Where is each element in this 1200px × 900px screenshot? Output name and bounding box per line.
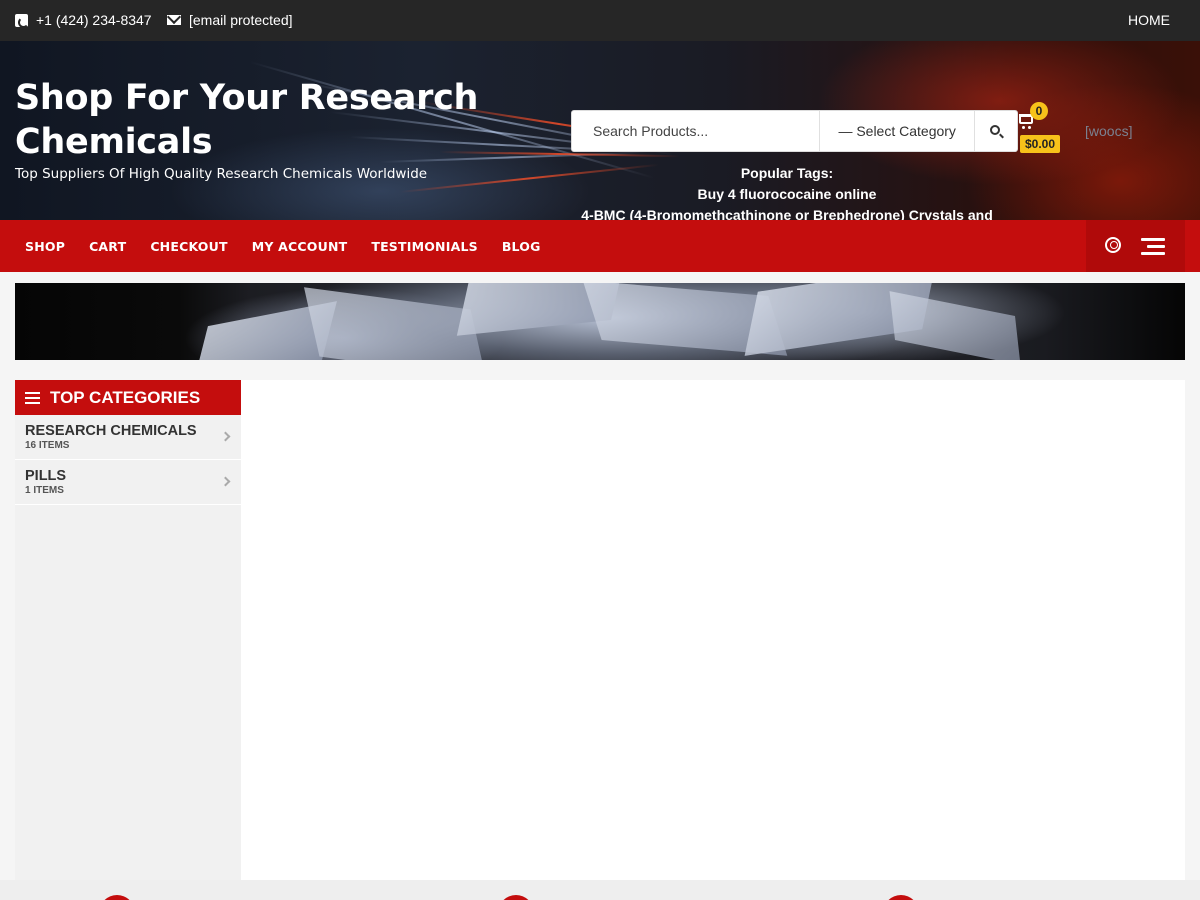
category-count: 16 ITEMS bbox=[25, 440, 70, 451]
feature-strip bbox=[0, 880, 1200, 900]
category-count: 1 ITEMS bbox=[25, 485, 64, 496]
search-input[interactable] bbox=[572, 111, 821, 151]
nav-item-checkout[interactable]: CHECKOUT bbox=[150, 239, 227, 254]
email-address: [email protected] bbox=[189, 12, 293, 28]
hamburger-menu-icon[interactable] bbox=[1141, 238, 1165, 256]
cart-total: $0.00 bbox=[1020, 135, 1061, 153]
sidebar-heading: TOP CATEGORIES bbox=[15, 380, 241, 415]
phone-number: +1 (424) 234-8347 bbox=[36, 12, 152, 28]
nav-item-shop[interactable]: SHOP bbox=[25, 239, 65, 254]
home-link[interactable]: HOME bbox=[1128, 12, 1170, 28]
mini-cart[interactable]: 0 $0.00 bbox=[1018, 101, 1063, 156]
list-icon bbox=[25, 391, 40, 404]
site-tagline: Top Suppliers Of High Quality Research C… bbox=[15, 166, 428, 182]
phone-contact[interactable]: +1 (424) 234-8347 bbox=[15, 12, 152, 28]
nav-item-cart[interactable]: CART bbox=[89, 239, 126, 254]
currency-shortcode: [woocs] bbox=[1085, 123, 1133, 139]
hero-banner-image bbox=[15, 283, 1185, 360]
category-name: RESEARCH CHEMICALS bbox=[25, 423, 197, 439]
site-header: Shop For Your Research Chemicals Top Sup… bbox=[0, 41, 1200, 220]
search-icon bbox=[990, 125, 1001, 135]
product-search: — Select Category bbox=[571, 110, 1018, 152]
site-title[interactable]: Shop For Your Research Chemicals bbox=[15, 76, 535, 164]
sidebar-heading-text: TOP CATEGORIES bbox=[50, 387, 201, 407]
popular-tag-link[interactable]: Buy 4 fluorococaine online bbox=[571, 184, 1003, 205]
category-item-research-chemicals[interactable]: RESEARCH CHEMICALS 16 ITEMS bbox=[15, 415, 241, 460]
phone-icon bbox=[15, 13, 29, 28]
top-bar: +1 (424) 234-8347 [email protected] HOME bbox=[0, 0, 1200, 41]
nav-item-my-account[interactable]: MY ACCOUNT bbox=[252, 239, 348, 254]
category-name: PILLS bbox=[25, 468, 67, 484]
user-account-icon[interactable] bbox=[1105, 237, 1121, 253]
category-sidebar: TOP CATEGORIES RESEARCH CHEMICALS 16 ITE… bbox=[15, 380, 241, 880]
main-content bbox=[241, 380, 1185, 880]
nav-tools bbox=[1086, 220, 1185, 272]
category-item-pills[interactable]: PILLS 1 ITEMS bbox=[15, 460, 241, 505]
nav-item-testimonials[interactable]: TESTIMONIALS bbox=[371, 239, 477, 254]
category-select[interactable]: — Select Category bbox=[820, 111, 976, 151]
search-button[interactable] bbox=[975, 111, 1017, 151]
popular-tag-link[interactable]: 4-BMC (4-Bromomethcathinone or Brephedro… bbox=[571, 205, 1003, 220]
email-contact[interactable]: [email protected] bbox=[167, 12, 293, 28]
envelope-icon bbox=[167, 15, 181, 25]
main-navigation: SHOP CART CHECKOUT MY ACCOUNT TESTIMONIA… bbox=[0, 220, 1200, 272]
popular-tags: Popular Tags: Buy 4 fluorococaine online… bbox=[571, 163, 1003, 220]
cart-count-badge: 0 bbox=[1030, 102, 1048, 120]
nav-item-blog[interactable]: BLOG bbox=[502, 239, 541, 254]
popular-tags-label: Popular Tags: bbox=[740, 165, 834, 181]
